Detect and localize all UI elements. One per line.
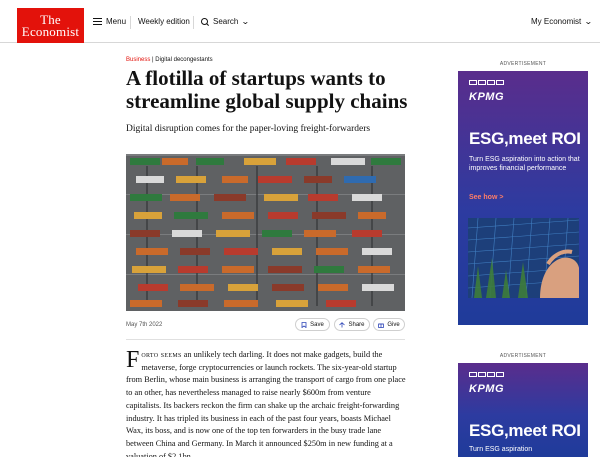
chevron-down-icon: ⌄	[241, 17, 251, 26]
chevron-down-icon: ⌄	[584, 17, 593, 26]
search-label: Search	[213, 17, 239, 26]
search-button[interactable]: Search ⌄	[201, 17, 251, 26]
solar-hand-image	[468, 218, 579, 298]
container-trucks-aerial-image	[126, 154, 405, 311]
article-headline: A flotilla of startups wants to streamli…	[126, 66, 408, 113]
article-body: Forto seems an unlikely tech darling. It…	[126, 347, 406, 457]
article-meta: May 7th 2022 Save Share Give	[126, 318, 405, 334]
bookmark-icon	[301, 321, 307, 328]
share-button[interactable]: Share	[334, 318, 370, 331]
my-economist-label: My Economist	[531, 17, 582, 26]
article-subheadline: Digital disruption comes for the paper-l…	[126, 124, 371, 134]
ad-headline: ESG,meet ROI	[469, 129, 581, 148]
search-icon	[201, 17, 209, 26]
ad-label: ADVERTISEMENT	[499, 353, 547, 359]
nav-divider	[130, 16, 131, 29]
lead-smallcaps: orto seems	[141, 350, 182, 359]
dropcap: F	[126, 347, 140, 373]
weekly-edition-label: Weekly edition	[138, 17, 190, 26]
ad-cta-link[interactable]: See how >	[469, 194, 503, 201]
ad-photo	[468, 218, 579, 298]
lead-text: an unlikely tech darling. It does not ma…	[126, 350, 406, 457]
share-icon	[339, 321, 346, 327]
menu-label: Menu	[106, 17, 127, 26]
hero-image	[126, 154, 405, 311]
ad-label: ADVERTISEMENT	[499, 61, 547, 67]
weekly-edition-link[interactable]: Weekly edition	[138, 17, 190, 26]
give-button[interactable]: Give	[373, 318, 405, 331]
site-header: The Economist Menu Weekly edition Search…	[0, 0, 600, 43]
publish-date: May 7th 2022	[126, 322, 163, 328]
save-label: Save	[310, 321, 324, 328]
menu-button[interactable]: Menu	[93, 17, 126, 26]
kpmg-logo-boxes	[469, 80, 504, 85]
kpmg-logo: KPMG	[469, 91, 504, 103]
advertisement-2[interactable]: KPMG ESG,meet ROI Turn ESG aspiration	[458, 363, 588, 457]
give-label: Give	[387, 321, 400, 328]
economist-logo[interactable]: The Economist	[17, 8, 84, 43]
ad-text: Turn ESG aspiration	[469, 446, 533, 453]
gift-icon	[378, 323, 385, 328]
section-link[interactable]: Business	[126, 57, 150, 63]
kpmg-logo-boxes	[469, 372, 504, 377]
nav-divider	[193, 16, 194, 29]
save-button[interactable]: Save	[295, 318, 330, 331]
advertisement-1[interactable]: KPMG ESG,meet ROI Turn ESG aspiration in…	[458, 71, 588, 325]
lead-paragraph: Forto seems an unlikely tech darling. It…	[126, 347, 406, 457]
ad-text: Turn ESG aspiration into action that imp…	[469, 156, 580, 172]
kpmg-logo: KPMG	[469, 383, 504, 395]
article-kicker: Business | Digital decongestants	[126, 57, 213, 63]
menu-icon	[93, 18, 102, 25]
my-economist-menu[interactable]: My Economist ⌄	[531, 17, 593, 26]
topic-label: Digital decongestants	[155, 57, 213, 63]
meta-divider	[126, 339, 405, 340]
logo-line-2: Economist	[21, 23, 80, 39]
share-label: Share	[348, 321, 365, 328]
ad-headline: ESG,meet ROI	[469, 421, 581, 440]
